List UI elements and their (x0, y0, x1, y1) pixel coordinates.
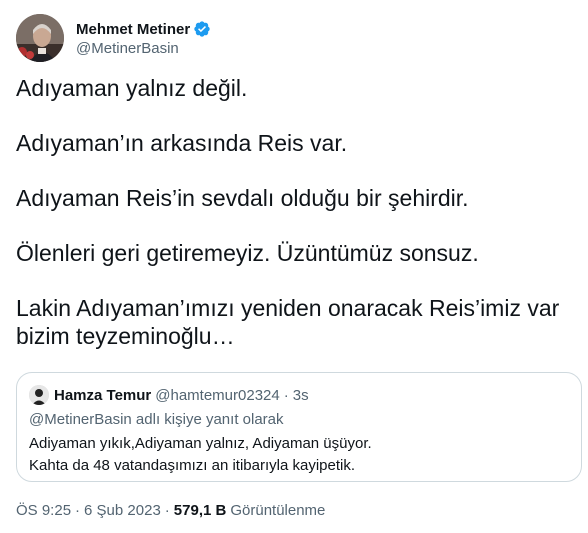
verified-badge-icon[interactable] (193, 20, 211, 38)
quoted-author-avatar (29, 385, 49, 405)
views-count: 579,1 B (173, 502, 227, 519)
tweet-meta: ÖS 9:25 · 6 Şub 2023 · 579,1 B Görüntüle… (16, 502, 325, 519)
quoted-author-handle: @hamtemur02324 (155, 386, 280, 404)
quoted-author-name: Hamza Temur (54, 386, 152, 404)
reply-context: @MetinerBasin adlı kişiye yanıt olarak (29, 411, 284, 428)
separator-dot: · (164, 502, 170, 519)
author-avatar[interactable] (16, 14, 64, 62)
quoted-timestamp: 3s (292, 386, 309, 404)
tweet-paragraph: Adıyaman Reis’in sevdalı olduğu bir şehi… (16, 185, 469, 211)
author-handle[interactable]: @MetinerBasin (76, 40, 211, 57)
tweet-paragraph: Ölenleri geri getiremeyiz. Üzüntümüz son… (16, 240, 479, 266)
quoted-tweet[interactable]: Hamza Temur @hamtemur02324 · 3s @Metiner… (16, 372, 582, 482)
quoted-text-line: Adiyaman yıkık,Adiyaman yalnız, Adiyaman… (29, 435, 372, 452)
tweet-text: Adıyaman yalnız değil. Adıyaman’ın arkas… (16, 74, 576, 350)
quoted-text-line: Kahta da 48 vatandaşımızı an itibarıyla … (29, 457, 356, 474)
tweet-paragraph: Adıyaman yalnız değil. (16, 75, 248, 101)
tweet-paragraph: Adıyaman’ın arkasında Reis var. (16, 130, 348, 156)
tweet-time[interactable]: ÖS 9:25 (16, 502, 71, 519)
quoted-text: Adiyaman yıkık,Adiyaman yalnız, Adiyaman… (29, 433, 372, 477)
views-label: Görüntülenme (230, 502, 326, 519)
separator-dot: · (75, 502, 81, 519)
tweet-header: Mehmet Metiner @MetinerBasin (16, 14, 211, 62)
author-name[interactable]: Mehmet Metiner (76, 21, 190, 38)
separator-dot: · (283, 386, 289, 404)
tweet-paragraph: Lakin Adıyaman’ımızı yeniden onaracak Re… (16, 295, 560, 349)
tweet-date[interactable]: 6 Şub 2023 (84, 502, 161, 519)
